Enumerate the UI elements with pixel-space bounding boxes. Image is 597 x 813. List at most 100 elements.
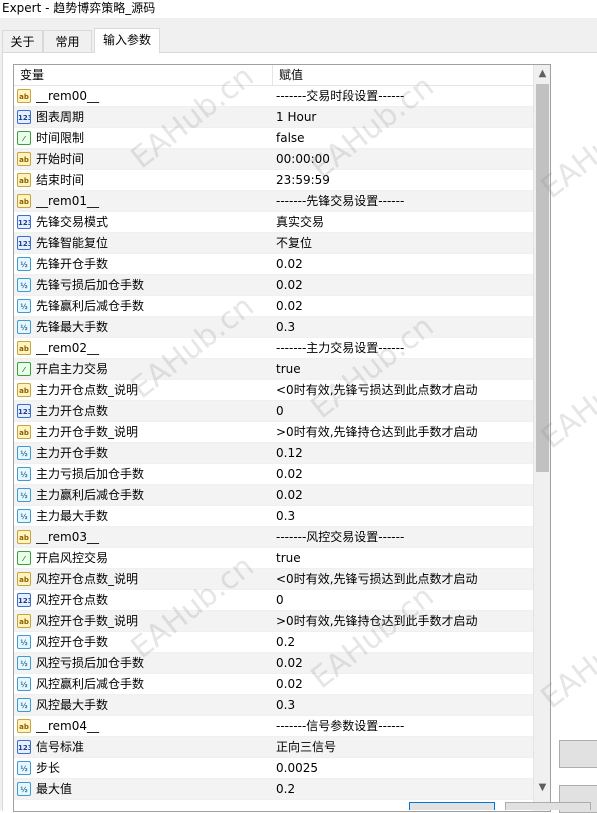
table-row[interactable]: 123 先锋智能复位 不复位 <box>14 233 533 254</box>
table-row[interactable]: ab 风控开仓点数_说明 <0时有效,先锋亏损达到此点数才启动 <box>14 569 533 590</box>
parameter-value[interactable]: true <box>276 359 532 380</box>
grid-rows: ab __rem00__ -------交易时段设置------ 123 图表周期 1 H… <box>14 86 533 800</box>
parameter-value[interactable]: 真实交易 <box>276 212 532 233</box>
parameter-value[interactable]: 1 Hour <box>276 107 532 128</box>
tab-inputs[interactable]: 输入参数 <box>94 28 160 53</box>
parameter-name: 图表周期 <box>36 110 85 124</box>
integer-type-icon: 123 <box>17 236 31 250</box>
table-row[interactable]: 123 先锋交易模式 真实交易 <box>14 212 533 233</box>
parameter-value[interactable]: -------先锋交易设置------ <box>276 191 532 212</box>
scroll-up-icon[interactable]: ▲ <box>534 65 550 82</box>
table-row[interactable]: ½ 风控亏损后加仓手数 0.02 <box>14 653 533 674</box>
table-row[interactable]: ½ 最大值 0.2 <box>14 779 533 800</box>
parameter-name: __rem03__ <box>36 530 100 544</box>
parameter-value[interactable]: 0.02 <box>276 254 532 275</box>
table-row[interactable]: ½ 主力开仓手数 0.12 <box>14 443 533 464</box>
parameter-value[interactable]: 不复位 <box>276 233 532 254</box>
table-row[interactable]: ab 结束时间 23:59:59 <box>14 170 533 191</box>
table-row[interactable]: 123 主力开仓点数 0 <box>14 401 533 422</box>
table-row[interactable]: ½ 先锋开仓手数 0.02 <box>14 254 533 275</box>
expert-dialog: 关于 常用 输入参数 变量 赋值 ab __rem00__ -------交易时段设… <box>0 18 597 813</box>
table-row[interactable]: ½ 步长 0.0025 <box>14 758 533 779</box>
table-row[interactable]: ⁄ 开启主力交易 true <box>14 359 533 380</box>
parameter-name: 开启主力交易 <box>36 362 109 376</box>
column-header-value[interactable]: 赋值 <box>273 65 533 85</box>
parameter-name: 风控赢利后减仓手数 <box>36 677 145 691</box>
parameter-value[interactable]: >0时有效,先锋持仓达到此手数才启动 <box>276 611 532 632</box>
parameter-value[interactable]: 0.02 <box>276 674 532 695</box>
load-button[interactable] <box>559 740 597 768</box>
ok-button[interactable] <box>409 802 495 810</box>
table-row[interactable]: ½ 先锋最大手数 0.3 <box>14 317 533 338</box>
parameter-value[interactable]: <0时有效,先锋亏损达到此点数才启动 <box>276 380 532 401</box>
table-row[interactable]: ½ 先锋赢利后减仓手数 0.02 <box>14 296 533 317</box>
parameter-value[interactable]: 0.12 <box>276 443 532 464</box>
parameter-value[interactable]: -------主力交易设置------ <box>276 338 532 359</box>
integer-type-icon: 123 <box>17 740 31 754</box>
parameter-name: 先锋交易模式 <box>36 215 109 229</box>
table-row[interactable]: 123 风控开仓点数 0 <box>14 590 533 611</box>
parameter-value[interactable]: 0.0025 <box>276 758 532 779</box>
table-row[interactable]: ½ 风控赢利后减仓手数 0.02 <box>14 674 533 695</box>
integer-type-icon: 123 <box>17 404 31 418</box>
parameter-value[interactable]: 0 <box>276 590 532 611</box>
vertical-scrollbar[interactable]: ▲ ▼ <box>533 65 550 811</box>
table-row[interactable]: ab 开始时间 00:00:00 <box>14 149 533 170</box>
parameter-name: 主力开仓点数_说明 <box>36 383 139 397</box>
parameter-value[interactable]: 0.2 <box>276 632 532 653</box>
table-row[interactable]: ab __rem03__ -------风控交易设置------ <box>14 527 533 548</box>
parameter-value[interactable]: 0.3 <box>276 695 532 716</box>
cancel-button[interactable] <box>505 802 591 810</box>
parameter-name: 主力开仓点数 <box>36 404 109 418</box>
table-row[interactable]: ab 风控开仓手数_说明 >0时有效,先锋持仓达到此手数才启动 <box>14 611 533 632</box>
parameter-value[interactable]: 0.02 <box>276 653 532 674</box>
parameter-value[interactable]: <0时有效,先锋亏损达到此点数才启动 <box>276 569 532 590</box>
tab-common[interactable]: 常用 <box>43 30 92 52</box>
parameter-value[interactable]: 0.02 <box>276 296 532 317</box>
table-row[interactable]: ab __rem04__ -------信号参数设置------ <box>14 716 533 737</box>
table-row[interactable]: ⁄ 开启风控交易 true <box>14 548 533 569</box>
parameter-value[interactable]: true <box>276 548 532 569</box>
table-row[interactable]: ab __rem01__ -------先锋交易设置------ <box>14 191 533 212</box>
string-type-icon: ab <box>17 152 31 166</box>
tab-about[interactable]: 关于 <box>2 30 43 52</box>
parameter-value[interactable]: 0.02 <box>276 464 532 485</box>
double-type-icon: ½ <box>17 320 31 334</box>
double-type-icon: ½ <box>17 278 31 292</box>
parameter-value[interactable]: false <box>276 128 532 149</box>
table-row[interactable]: ½ 主力亏损后加仓手数 0.02 <box>14 464 533 485</box>
scrollbar-thumb[interactable] <box>536 84 549 472</box>
table-row[interactable]: 123 图表周期 1 Hour <box>14 107 533 128</box>
table-row[interactable]: 123 信号标准 正向三信号 <box>14 737 533 758</box>
table-row[interactable]: ab __rem00__ -------交易时段设置------ <box>14 86 533 107</box>
parameter-value[interactable]: 0.02 <box>276 275 532 296</box>
table-row[interactable]: ab __rem02__ -------主力交易设置------ <box>14 338 533 359</box>
table-row[interactable]: ½ 风控开仓手数 0.2 <box>14 632 533 653</box>
double-type-icon: ½ <box>17 782 31 796</box>
parameter-value[interactable]: 0.2 <box>276 779 532 800</box>
integer-type-icon: 123 <box>17 110 31 124</box>
parameter-value[interactable]: -------风控交易设置------ <box>276 527 532 548</box>
parameter-value[interactable]: 0 <box>276 401 532 422</box>
double-type-icon: ½ <box>17 299 31 313</box>
parameter-value[interactable]: >0时有效,先锋持仓达到此手数才启动 <box>276 422 532 443</box>
table-row[interactable]: ½ 风控最大手数 0.3 <box>14 695 533 716</box>
table-row[interactable]: ½ 先锋亏损后加仓手数 0.02 <box>14 275 533 296</box>
parameter-value[interactable]: -------交易时段设置------ <box>276 86 532 107</box>
parameter-value[interactable]: 0.3 <box>276 506 532 527</box>
scroll-down-icon[interactable]: ▼ <box>534 779 550 796</box>
string-type-icon: ab <box>17 383 31 397</box>
table-row[interactable]: ⁄ 时间限制 false <box>14 128 533 149</box>
parameter-value[interactable]: 0.02 <box>276 485 532 506</box>
table-row[interactable]: ½ 主力最大手数 0.3 <box>14 506 533 527</box>
parameter-value[interactable]: -------信号参数设置------ <box>276 716 532 737</box>
parameter-value[interactable]: 00:00:00 <box>276 149 532 170</box>
parameter-value[interactable]: 正向三信号 <box>276 737 532 758</box>
parameter-value[interactable]: 0.3 <box>276 317 532 338</box>
table-row[interactable]: ab 主力开仓点数_说明 <0时有效,先锋亏损达到此点数才启动 <box>14 380 533 401</box>
table-row[interactable]: ½ 主力赢利后减仓手数 0.02 <box>14 485 533 506</box>
column-header-variable[interactable]: 变量 <box>14 65 273 85</box>
parameter-value[interactable]: 23:59:59 <box>276 170 532 191</box>
table-row[interactable]: ab 主力开仓手数_说明 >0时有效,先锋持仓达到此手数才启动 <box>14 422 533 443</box>
parameter-name: 开始时间 <box>36 152 85 166</box>
